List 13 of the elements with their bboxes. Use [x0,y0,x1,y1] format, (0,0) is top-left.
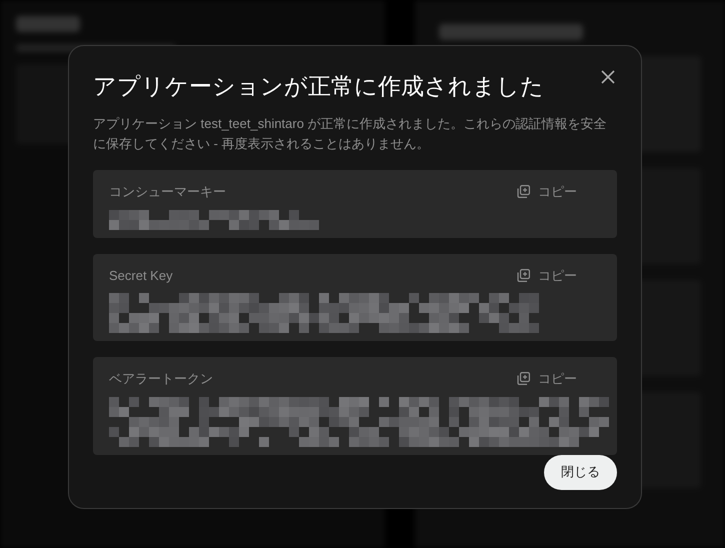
credential-label: コンシューマーキー [109,183,226,201]
credential-label: Secret Key [109,266,173,285]
copy-icon [517,268,530,282]
close-button[interactable]: 閉じる [544,454,617,490]
copy-icon [517,372,530,386]
close-icon[interactable] [601,70,615,84]
dialog-title: アプリケーションが正常に作成されました [93,72,544,101]
credential-label: ベアラートークン [109,370,213,388]
dialog-description: アプリケーション test_teet_shintaro が正常に作成されました。これらの認証情報を安全に保存してください - 再度表示されることはありません。 [93,115,608,153]
copy-button[interactable]: コピー [517,266,577,285]
copy-button[interactable]: コピー [517,369,577,388]
copy-icon [517,185,530,198]
copy-button[interactable]: コピー [517,182,577,202]
